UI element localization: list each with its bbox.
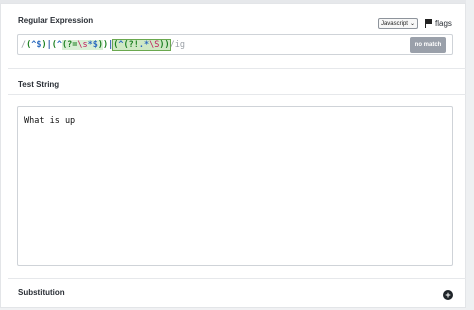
- substitution-section-title: Substitution: [18, 288, 65, 297]
- dot-star-token: .*: [138, 40, 150, 50]
- chevron-down-icon: ⌄: [409, 21, 416, 27]
- quantifier-anchor-token: *$: [87, 40, 98, 50]
- test-string-input[interactable]: What is up: [17, 106, 453, 266]
- lookahead-open: (?=: [62, 40, 78, 50]
- flags-label: flags: [435, 18, 452, 28]
- regex-section-title: Regular Expression: [18, 16, 94, 25]
- divider: [8, 68, 466, 69]
- test-string-section-title: Test String: [18, 80, 60, 89]
- regex-pattern-display: /(^$)|(^(?=\s*$))|(^(?!.*\S))/ig: [21, 39, 185, 51]
- anchor-token: ^$: [31, 40, 42, 50]
- match-status-badge: no match: [410, 37, 446, 53]
- divider: [8, 94, 466, 95]
- regex-tester-page: Regular Expression Javascript ⌄ flags /(…: [0, 0, 474, 310]
- flags-button[interactable]: flags: [425, 17, 452, 29]
- escape-token: \s: [77, 40, 88, 50]
- regex-flags: ig: [174, 40, 185, 50]
- flavor-label: Javascript: [380, 20, 408, 27]
- divider: [8, 278, 466, 279]
- right-scroll-strip: [466, 0, 474, 310]
- test-string-text: What is up: [24, 116, 76, 126]
- flavor-select[interactable]: Javascript ⌄: [378, 18, 418, 29]
- negative-lookahead-open: (?!: [123, 40, 139, 50]
- flag-icon: [425, 18, 433, 28]
- escape-token: \S: [149, 40, 160, 50]
- plus-circle-icon[interactable]: +: [443, 290, 453, 300]
- regex-input[interactable]: /(^$)|(^(?=\s*$))|(^(?!.*\S))/ig: [17, 34, 453, 55]
